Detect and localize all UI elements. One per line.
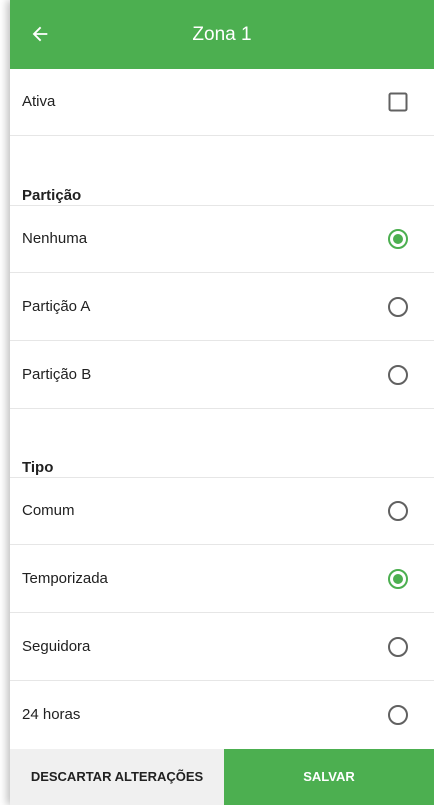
option-label: Nenhuma — [22, 230, 88, 247]
ativa-row[interactable]: Ativa — [10, 69, 434, 136]
bottom-action-bar: DESCARTAR ALTERAÇÕES SALVAR — [10, 749, 434, 805]
save-button[interactable]: SALVAR — [224, 749, 434, 805]
ativa-checkbox[interactable] — [386, 90, 410, 114]
tipo-option-24-horas[interactable]: 24 horas — [10, 682, 434, 749]
particao-option-b[interactable]: Partição B — [10, 342, 434, 409]
page-title: Zona 1 — [192, 24, 252, 45]
option-label: Partição B — [22, 366, 92, 383]
ativa-label: Ativa — [22, 93, 56, 110]
radio-selected-icon[interactable] — [386, 567, 410, 591]
option-label: Temporizada — [22, 570, 108, 587]
radio-selected-icon[interactable] — [386, 227, 410, 251]
radio-unselected-icon[interactable] — [386, 635, 410, 659]
option-label: Partição A — [22, 298, 91, 315]
particao-option-a[interactable]: Partição A — [10, 274, 434, 341]
option-label: Seguidora — [22, 638, 91, 655]
discard-changes-button[interactable]: DESCARTAR ALTERAÇÕES — [10, 749, 224, 805]
radio-unselected-icon[interactable] — [386, 499, 410, 523]
tipo-option-seguidora[interactable]: Seguidora — [10, 614, 434, 681]
particao-option-nenhuma[interactable]: Nenhuma — [10, 206, 434, 273]
option-label: Comum — [22, 502, 75, 519]
tipo-header: Tipo — [22, 459, 54, 476]
option-label: 24 horas — [22, 706, 81, 723]
radio-unselected-icon[interactable] — [386, 295, 410, 319]
zone-settings-screen: Zona 1 Ativa Partição Nenhuma Partição A… — [10, 0, 434, 805]
tipo-option-temporizada[interactable]: Temporizada — [10, 546, 434, 613]
app-bar: Zona 1 — [10, 0, 434, 69]
radio-unselected-icon[interactable] — [386, 703, 410, 727]
radio-unselected-icon[interactable] — [386, 363, 410, 387]
tipo-option-comum[interactable]: Comum — [10, 478, 434, 545]
particao-header: Partição — [22, 187, 82, 204]
